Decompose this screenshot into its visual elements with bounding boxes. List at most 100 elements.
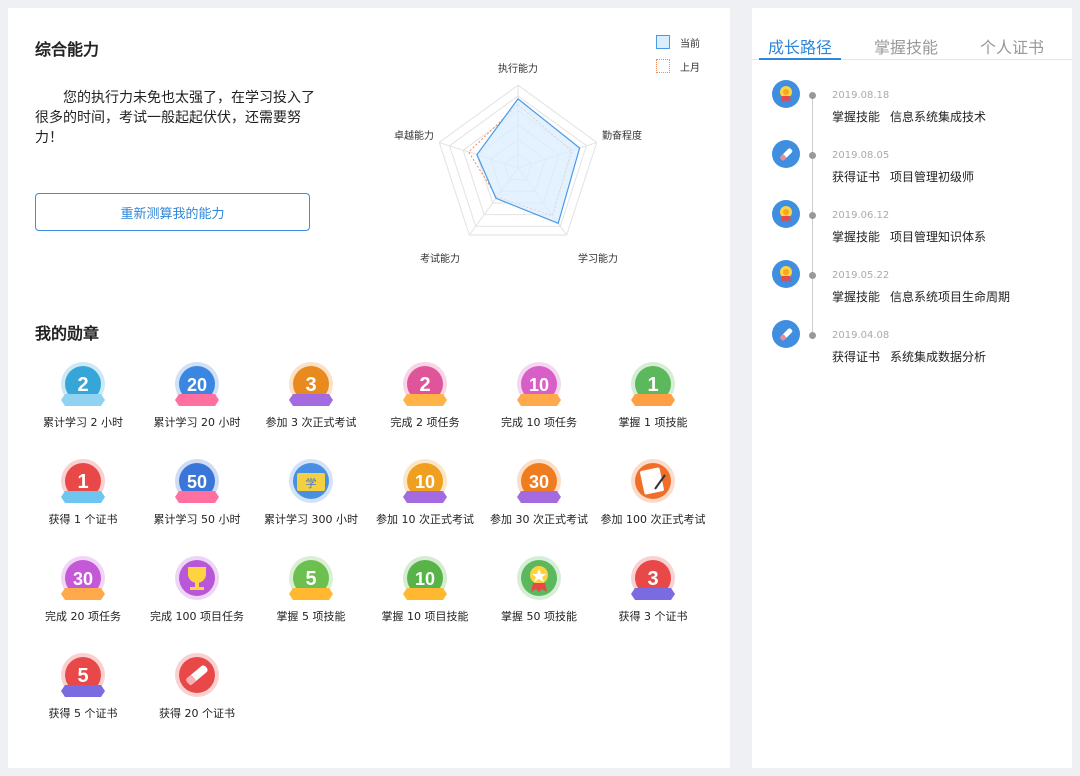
number-badge-icon: 1 xyxy=(631,362,675,406)
badge-item[interactable]: 20 累计学习 20 小时 xyxy=(140,360,254,440)
timeline-type: 掌握技能 xyxy=(832,230,881,244)
timeline-type: 获得证书 xyxy=(832,350,881,364)
badge-label: 累计学习 50 小时 xyxy=(153,513,241,526)
timeline-text: 项目管理知识体系 xyxy=(890,230,987,244)
badge-label: 完成 20 项任务 xyxy=(45,610,121,623)
legend-current-swatch xyxy=(656,35,670,49)
timeline-type: 掌握技能 xyxy=(832,290,881,304)
badge-item[interactable]: 50 累计学习 50 小时 xyxy=(140,457,254,537)
recalculate-ability-button[interactable]: 重新测算我的能力 xyxy=(35,193,310,231)
badge-item[interactable]: 10 参加 10 次正式考试 xyxy=(368,457,482,537)
badge-item[interactable]: 30 参加 30 次正式考试 xyxy=(482,457,596,537)
timeline-item[interactable]: 2019.04.08 获得证书 系统集成数据分析 xyxy=(752,320,1072,380)
timeline-date: 2019.05.22 xyxy=(832,270,890,281)
medal-icon xyxy=(772,200,800,228)
ability-panel: 综合能力 您的执行力未免也太强了，在学习投入了很多的时间，考试一般起起伏伏，还需… xyxy=(8,8,730,768)
timeline-text: 信息系统集成技术 xyxy=(890,110,987,124)
star-medal-icon xyxy=(517,556,561,600)
number-badge-icon: 20 xyxy=(175,362,219,406)
timeline-text: 信息系统项目生命周期 xyxy=(890,290,1011,304)
badge-label: 获得 20 个证书 xyxy=(159,707,235,720)
radar-axis-label: 卓越能力 xyxy=(394,129,434,142)
book-icon: 学 xyxy=(289,459,333,503)
badge-number: 1 xyxy=(647,374,658,396)
tab-certificates[interactable]: 个人证书 xyxy=(980,34,1044,58)
number-badge-icon: 5 xyxy=(61,653,105,697)
number-badge-icon: 1 xyxy=(61,459,105,503)
timeline-dot xyxy=(809,332,816,339)
timeline-item[interactable]: 2019.06.12 掌握技能 项目管理知识体系 xyxy=(752,200,1072,260)
number-badge-icon: 2 xyxy=(61,362,105,406)
badge-number: 2 xyxy=(419,374,430,396)
badge-item[interactable]: 2 累计学习 2 小时 xyxy=(26,360,140,440)
badge-label: 获得 3 个证书 xyxy=(618,610,688,623)
timeline-dot xyxy=(809,92,816,99)
radar-axis-label: 执行能力 xyxy=(498,62,538,75)
badge-label: 掌握 1 项技能 xyxy=(618,416,688,429)
badge-item[interactable]: 获得 20 个证书 xyxy=(140,651,254,731)
badge-label: 完成 10 项任务 xyxy=(501,416,577,429)
badge-item[interactable]: 学 累计学习 300 小时 xyxy=(254,457,368,537)
growth-tabs: 成长路径 掌握技能 个人证书 xyxy=(752,28,1072,60)
badge-item[interactable]: 2 完成 2 项任务 xyxy=(368,360,482,440)
badge-number: 3 xyxy=(305,374,316,396)
growth-panel: 成长路径 掌握技能 个人证书 2019.08.18 掌握技能 信息系统集成技术 … xyxy=(752,8,1072,768)
timeline-item[interactable]: 2019.08.05 获得证书 项目管理初级师 xyxy=(752,140,1072,200)
legend-previous-label: 上月 xyxy=(680,62,700,74)
badge-label: 掌握 50 项技能 xyxy=(501,610,577,623)
badge-item[interactable]: 3 获得 3 个证书 xyxy=(596,554,710,634)
exam-paper-icon xyxy=(631,459,675,503)
badge-label: 获得 1 个证书 xyxy=(48,513,118,526)
badge-label: 累计学习 300 小时 xyxy=(264,513,358,526)
badge-item[interactable]: 5 获得 5 个证书 xyxy=(26,651,140,731)
timeline-dot xyxy=(809,212,816,219)
badge-item[interactable]: 10 掌握 10 项目技能 xyxy=(368,554,482,634)
radar-series-current xyxy=(476,98,581,225)
timeline-item[interactable]: 2019.05.22 掌握技能 信息系统项目生命周期 xyxy=(752,260,1072,320)
badge-item[interactable]: 完成 100 项目任务 xyxy=(140,554,254,634)
legend-current-label: 当前 xyxy=(680,38,700,50)
badge-label: 参加 30 次正式考试 xyxy=(490,513,588,526)
badge-number: 10 xyxy=(415,472,435,492)
badge-item[interactable]: 掌握 50 项技能 xyxy=(482,554,596,634)
ability-title: 综合能力 xyxy=(35,40,100,59)
radar-axis-label: 勤奋程度 xyxy=(602,129,642,142)
badge-item[interactable]: 3 参加 3 次正式考试 xyxy=(254,360,368,440)
badge-item[interactable]: 1 掌握 1 项技能 xyxy=(596,360,710,440)
badge-number: 50 xyxy=(187,472,207,492)
tab-growth-path[interactable]: 成长路径 xyxy=(768,34,832,58)
badge-label: 累计学习 2 小时 xyxy=(43,416,123,429)
number-badge-icon: 50 xyxy=(175,459,219,503)
radar-axis-label: 学习能力 xyxy=(578,252,618,265)
badge-label: 参加 10 次正式考试 xyxy=(376,513,474,526)
number-badge-icon: 30 xyxy=(61,556,105,600)
badge-item[interactable]: 10 完成 10 项任务 xyxy=(482,360,596,440)
number-badge-icon: 5 xyxy=(289,556,333,600)
timeline-item[interactable]: 2019.08.18 掌握技能 信息系统集成技术 xyxy=(752,80,1072,140)
badge-number: 学 xyxy=(306,476,317,490)
badge-number: 30 xyxy=(73,569,93,589)
badge-item[interactable]: 5 掌握 5 项技能 xyxy=(254,554,368,634)
timeline-dot xyxy=(809,152,816,159)
timeline-type: 获得证书 xyxy=(832,170,881,184)
timeline-type: 掌握技能 xyxy=(832,110,881,124)
badge-number: 10 xyxy=(529,375,549,395)
badge-item[interactable]: 参加 100 次正式考试 xyxy=(596,457,710,537)
badge-number: 5 xyxy=(305,568,316,590)
badge-number: 3 xyxy=(647,568,658,590)
legend-previous-swatch xyxy=(656,59,670,73)
badge-item[interactable]: 30 完成 20 项任务 xyxy=(26,554,140,634)
number-badge-icon: 3 xyxy=(289,362,333,406)
timeline-date: 2019.08.18 xyxy=(832,90,890,101)
ability-summary: 您的执行力未免也太强了，在学习投入了很多的时间，考试一般起起伏伏，还需要努力！ xyxy=(35,90,315,146)
badge-item[interactable]: 1 获得 1 个证书 xyxy=(26,457,140,537)
certificate-icon xyxy=(772,320,800,348)
badge-number: 5 xyxy=(77,665,88,687)
badge-number: 10 xyxy=(415,569,435,589)
certificate-icon xyxy=(175,653,219,697)
timeline-dot xyxy=(809,272,816,279)
badge-number: 1 xyxy=(77,471,88,493)
legend-current: 当前 xyxy=(656,34,716,50)
badge-number: 2 xyxy=(77,374,88,396)
tab-skills[interactable]: 掌握技能 xyxy=(874,34,938,58)
